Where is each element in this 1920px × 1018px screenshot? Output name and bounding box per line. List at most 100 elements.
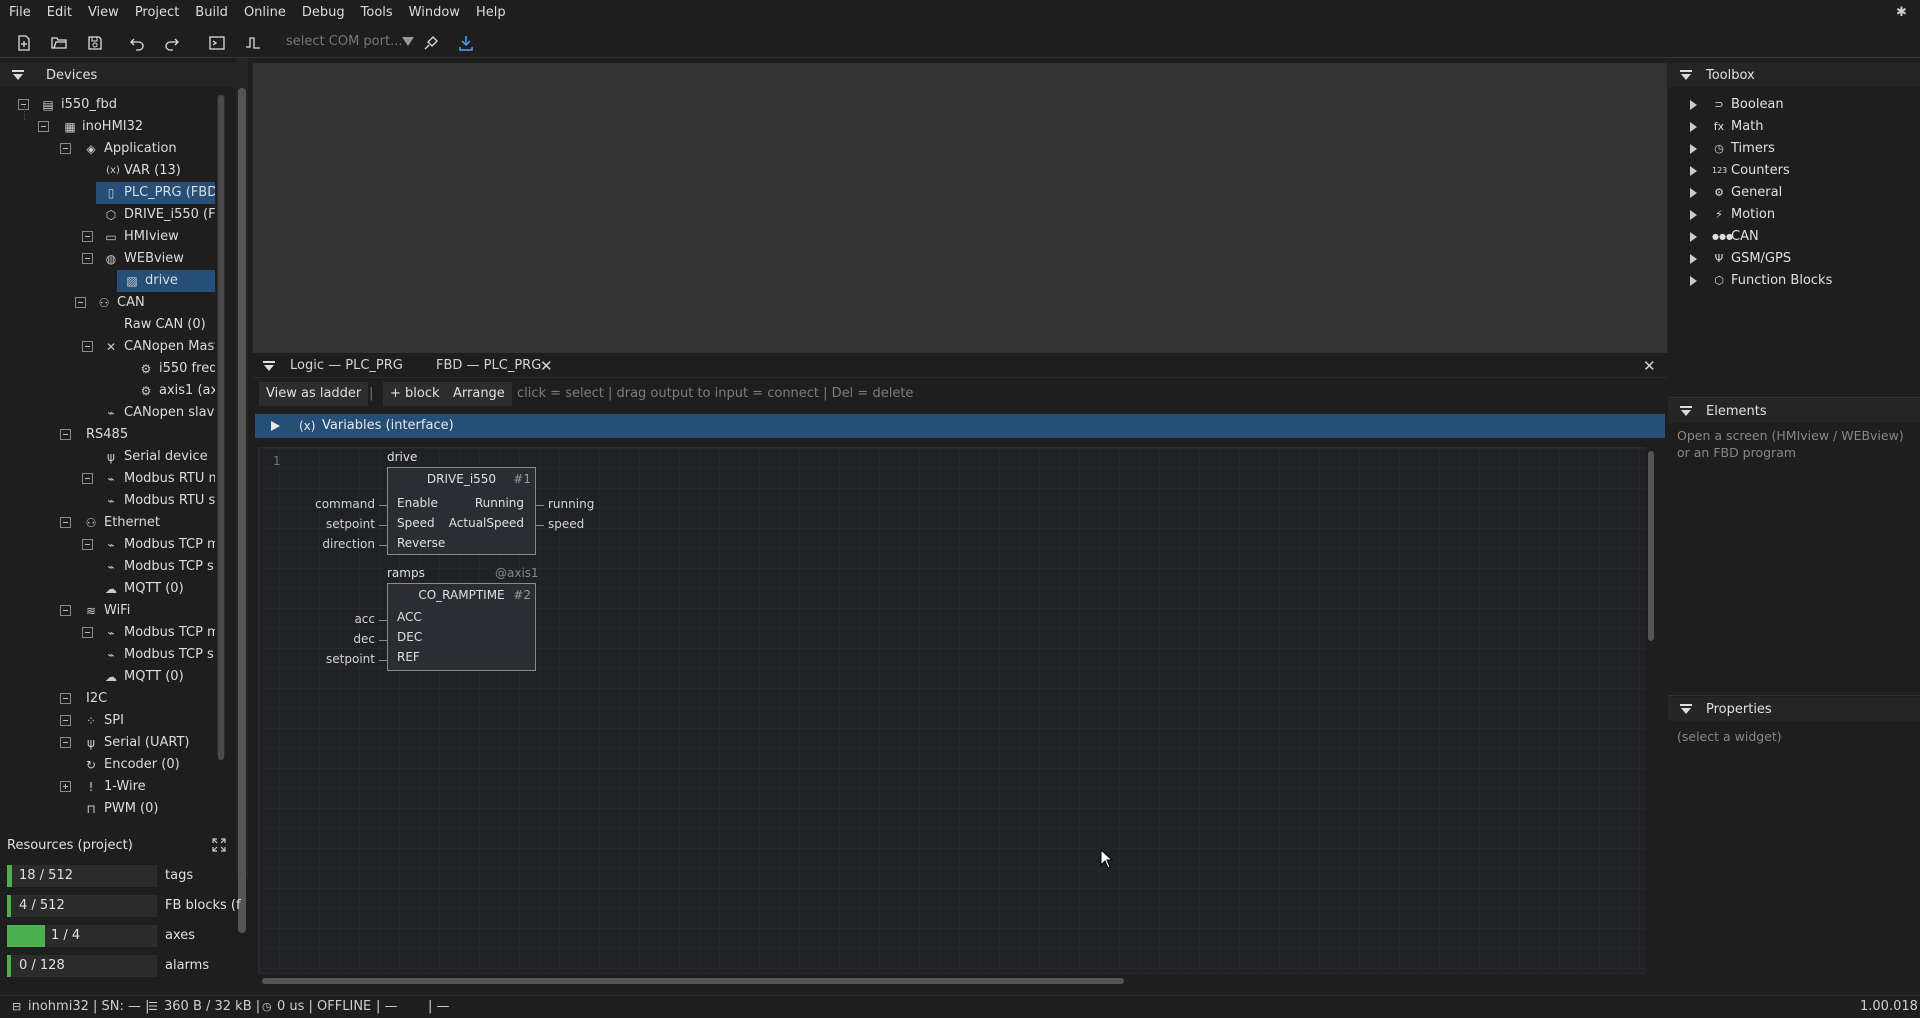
tree-item[interactable]: ⚙ i550 frequ (0, 358, 215, 380)
tree-item[interactable]: ⌁ CANopen slave (0, 402, 215, 424)
expand-triangle-icon[interactable] (1690, 276, 1697, 286)
variables-interface-bar[interactable]: (x) Variables (interface) (255, 414, 1665, 438)
collapse-icon[interactable] (60, 517, 71, 528)
menu-tools[interactable]: Tools (352, 0, 400, 26)
menu-view[interactable]: View (79, 0, 126, 26)
expand-triangle-icon[interactable] (1690, 232, 1697, 242)
tree-item[interactable]: ↻ Encoder (0) (0, 754, 215, 776)
tree-item[interactable]: ⊓ PWM (0) (0, 798, 215, 820)
tree-item[interactable]: (x) VAR (13) (0, 160, 215, 182)
toolbox-item[interactable]: ⚙ General (1668, 182, 1920, 204)
collapse-icon[interactable] (82, 539, 93, 550)
menu-window[interactable]: Window (400, 0, 467, 26)
menu-debug[interactable]: Debug (293, 0, 352, 26)
toolbox-item[interactable]: ⊃ Boolean (1668, 94, 1920, 116)
filter-icon[interactable] (1680, 704, 1692, 714)
collapse-icon[interactable] (82, 231, 93, 242)
menu-edit[interactable]: Edit (38, 0, 79, 26)
expand-triangle-icon[interactable] (1690, 210, 1697, 220)
menu-file[interactable]: File (0, 0, 38, 26)
menu-project[interactable]: Project (126, 0, 186, 26)
tree-item[interactable]: ⚇ Ethernet (0, 512, 215, 534)
tree-item[interactable]: ≋ WiFi (0, 600, 215, 622)
collapse-icon[interactable] (60, 429, 71, 440)
tree-item[interactable]: ▨ drive (117, 270, 215, 292)
tree-item[interactable]: ⌁ Modbus TCP sla (0, 556, 215, 578)
tree-item[interactable]: RS485 (0, 424, 215, 446)
collapse-icon[interactable] (82, 473, 93, 484)
tree-item[interactable]: ǃ 1-Wire (0, 776, 215, 798)
tree-item[interactable]: ✕ CANopen Master (0, 336, 215, 358)
expand-triangle-icon[interactable] (1690, 254, 1697, 264)
tree-item[interactable]: ◈ Application (0, 138, 215, 160)
save-icon[interactable] (84, 32, 106, 54)
collapse-icon[interactable] (82, 627, 93, 638)
collapse-icon[interactable] (60, 693, 71, 704)
tree-scrollbar[interactable] (217, 95, 225, 760)
fbd-canvas[interactable]: 1 drive DRIVE_i550 #1 Enable Speed Reverse com… (258, 447, 1648, 974)
tab-logic[interactable]: Logic — PLC_PRG (290, 354, 403, 378)
close-tab-icon[interactable]: ✕ (540, 354, 553, 378)
arrange-button[interactable]: Arrange (446, 382, 512, 406)
tree-item[interactable]: Raw CAN (0) (0, 314, 215, 336)
menu-online[interactable]: Online (235, 0, 293, 26)
collapse-icon[interactable] (82, 253, 93, 264)
collapse-icon[interactable] (38, 121, 49, 132)
tree-item[interactable]: ⌁ Modbus TCP sla (0, 644, 215, 666)
filter-icon[interactable] (12, 70, 24, 80)
tree-item[interactable]: ψ Serial (UART) (0, 732, 215, 754)
menu-help[interactable]: Help (467, 0, 513, 26)
tree-item[interactable]: ☁ MQTT (0) (0, 666, 215, 688)
collapse-icon[interactable] (82, 341, 93, 352)
toolbox-item[interactable]: Ψ GSM/GPS (1668, 248, 1920, 270)
tree-item[interactable]: ◍ WEBview (0, 248, 215, 270)
signal-icon[interactable] (242, 32, 264, 54)
bug-icon[interactable]: ✱ (1896, 6, 1910, 20)
tree-item[interactable]: ⚙ axis1 (axis (0, 380, 215, 402)
tree-item[interactable]: ⌁ Modbus TCP ma (0, 534, 215, 556)
collapse-icon[interactable] (60, 715, 71, 726)
tab-fbd[interactable]: FBD — PLC_PRG (436, 354, 541, 378)
filter-icon[interactable] (1680, 406, 1692, 416)
redo-icon[interactable] (161, 32, 183, 54)
toolbox-item[interactable]: ●●● CAN (1668, 226, 1920, 248)
com-port-select[interactable]: select COM port... (286, 32, 416, 52)
tree-item[interactable]: ▤ i550_fbd (0, 94, 215, 116)
terminal-icon[interactable] (206, 32, 228, 54)
tree-item[interactable]: ⬡ DRIVE_i550 (FBD (0, 204, 215, 226)
connect-icon[interactable] (420, 32, 442, 54)
collapse-icon[interactable] (60, 737, 71, 748)
toolbox-item[interactable]: 123 Counters (1668, 160, 1920, 182)
tree-item[interactable]: ⁘ SPI (0, 710, 215, 732)
menu-build[interactable]: Build (186, 0, 235, 26)
left-panel-scrollbar[interactable] (236, 58, 248, 933)
undo-icon[interactable] (126, 32, 148, 54)
add-block-button[interactable]: + block (383, 382, 447, 406)
tree-item[interactable]: ▯ PLC_PRG (FBD, 3 (96, 182, 215, 204)
download-icon[interactable] (455, 32, 477, 54)
tree-item[interactable]: ▭ HMIview (0, 226, 215, 248)
expand-triangle-icon[interactable] (1690, 100, 1697, 110)
toolbox-item[interactable]: fx Math (1668, 116, 1920, 138)
tree-item[interactable]: ⌁ Modbus RTU m (0, 468, 215, 490)
tree-item[interactable]: ⌁ Modbus TCP ma (0, 622, 215, 644)
collapse-icon[interactable] (75, 297, 86, 308)
collapse-icon[interactable] (60, 143, 71, 154)
filter-icon[interactable] (1680, 70, 1692, 80)
new-file-icon[interactable] (13, 32, 35, 54)
tree-item[interactable]: ψ Serial device (0, 446, 215, 468)
view-as-ladder-button[interactable]: View as ladder (259, 382, 369, 406)
expand-icon[interactable] (60, 781, 71, 792)
expand-triangle-icon[interactable] (1690, 188, 1697, 198)
expand-icon[interactable] (212, 838, 226, 852)
open-folder-icon[interactable] (48, 32, 70, 54)
tree-item[interactable]: ⚇ CAN (0, 292, 215, 314)
tree-item[interactable]: I2C (0, 688, 215, 710)
tree-item[interactable]: ▦ inoHMI32 (0, 116, 215, 138)
close-panel-icon[interactable]: ✕ (1643, 354, 1656, 378)
canvas-vertical-scrollbar[interactable] (1646, 447, 1656, 974)
tree-item[interactable]: ☁ MQTT (0) (0, 578, 215, 600)
toolbox-item[interactable]: ⚡ Motion (1668, 204, 1920, 226)
tree-item[interactable]: ⌁ Modbus RTU sla (0, 490, 215, 512)
expand-triangle-icon[interactable] (1690, 122, 1697, 132)
